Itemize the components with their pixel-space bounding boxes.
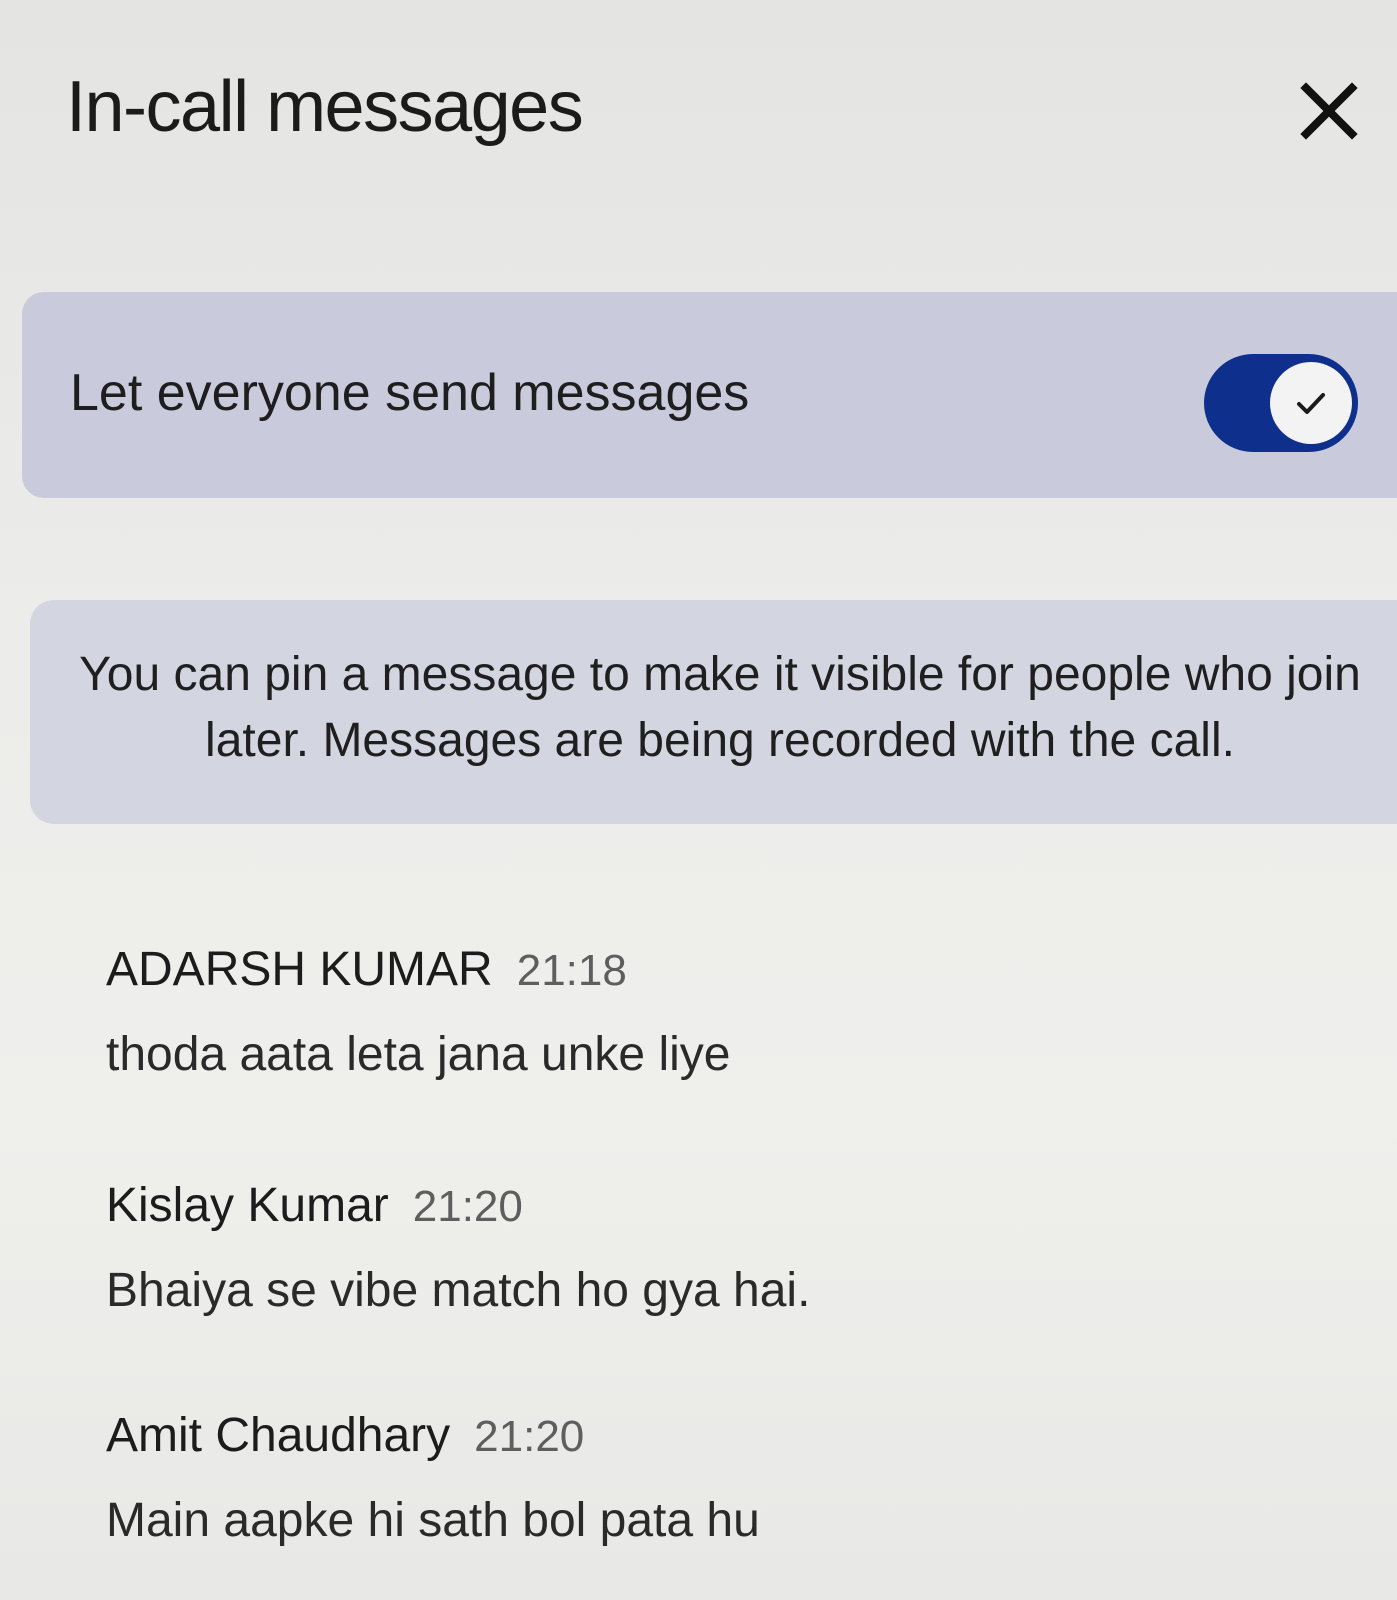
let-everyone-send-messages-toggle[interactable] [1204,354,1358,452]
message-time: 21:20 [412,1182,523,1231]
message-time: 21:18 [516,946,627,995]
message-sender: Kislay Kumar [106,1179,389,1232]
pin-info-banner: You can pin a message to make it visible… [30,600,1397,824]
message-text: thoda aata leta jana unke liye [106,1028,731,1081]
close-button[interactable] [1300,82,1380,162]
pin-info-text: You can pin a message to make it visible… [79,648,1361,767]
check-icon [1297,393,1325,414]
message-time: 21:20 [474,1412,585,1461]
toggle-knob [1270,362,1352,444]
message-sender: ADARSH KUMAR [106,943,493,996]
list-item: Amit Chaudhary 21:20 Main aapke hi sath b… [106,1396,1306,1576]
message-text: Bhaiya se vibe match ho gya hai. [106,1264,811,1317]
message-sender: Amit Chaudhary [106,1409,451,1462]
message-permission-setting: Let everyone send messages [22,292,1397,498]
list-item: ADARSH KUMAR 21:18 thoda aata leta jana u… [106,930,1306,1166]
message-list: ADARSH KUMAR 21:18 thoda aata leta jana u… [106,930,1306,1576]
message-text: Main aapke hi sath bol pata hu [106,1494,760,1547]
toggle-label: Let everyone send messages [70,364,750,422]
close-icon [1300,82,1358,140]
list-item: Kislay Kumar 21:20 Bhaiya se vibe match h… [106,1166,1306,1396]
in-call-messages-panel: In-call messages Let everyone send messa… [0,0,1397,1600]
panel-title: In-call messages [66,67,584,147]
